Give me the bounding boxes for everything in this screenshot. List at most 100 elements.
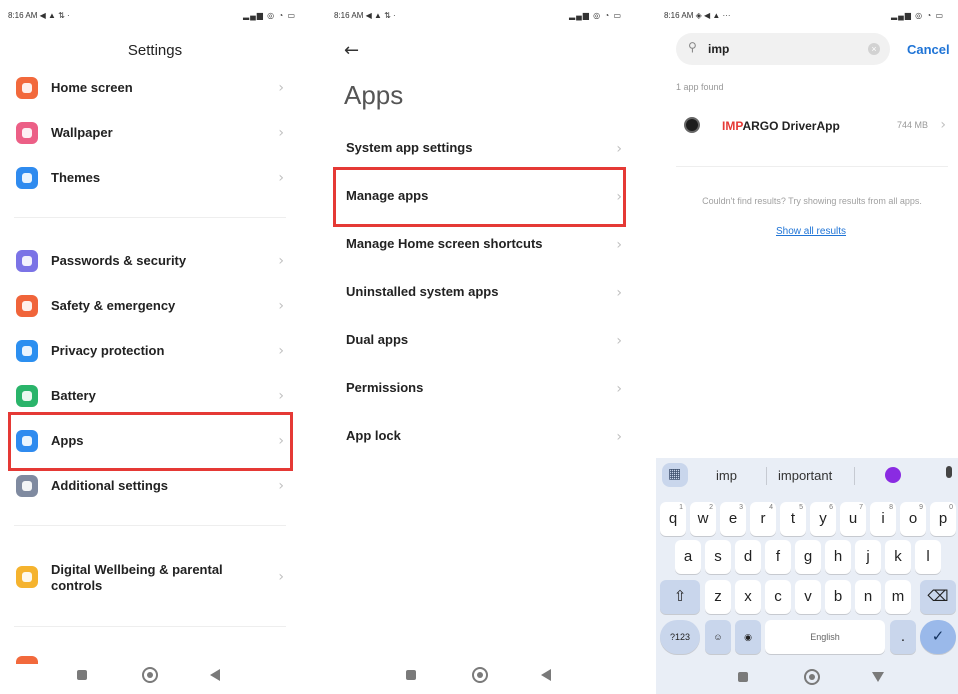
symbols-key[interactable]: ?123 xyxy=(660,620,700,654)
settings-item-privacy-protection[interactable]: Privacy protection › xyxy=(14,330,286,370)
app-size: 744 MB xyxy=(896,120,928,130)
key-q[interactable]: 1q xyxy=(660,502,686,536)
key-f[interactable]: f xyxy=(765,540,791,574)
suggestion-item[interactable]: imp xyxy=(716,468,737,483)
hide-keyboard-button[interactable] xyxy=(872,672,884,682)
settings-item-label: Additional settings xyxy=(51,478,168,493)
settings-item-battery[interactable]: Battery › xyxy=(14,375,286,415)
key-o[interactable]: 9o xyxy=(900,502,926,536)
backspace-key[interactable]: ⌫ xyxy=(920,580,956,614)
highlight-apps xyxy=(8,412,293,471)
key-y[interactable]: 6y xyxy=(810,502,836,536)
globe-key[interactable]: ◉ xyxy=(735,620,761,654)
period-key[interactable]: . xyxy=(890,620,916,654)
key-t[interactable]: 5t xyxy=(780,502,806,536)
search-input-value: imp xyxy=(708,42,730,56)
search-input[interactable]: ⚲ imp × xyxy=(676,33,890,65)
key-j[interactable]: j xyxy=(855,540,881,574)
key-n[interactable]: n xyxy=(855,580,881,614)
settings-item-wallpaper[interactable]: Wallpaper › xyxy=(14,112,286,152)
apps-item-manage-home-screen-shortcuts[interactable]: Manage Home screen shortcuts › xyxy=(344,224,624,264)
status-bar: 8:16 AM ◀ ▲ ⇅ · ▂▄▆ ◎ ◔ ▭ xyxy=(8,9,296,23)
key-g[interactable]: g xyxy=(795,540,821,574)
settings-screen: 8:16 AM ◀ ▲ ⇅ · ▂▄▆ ◎ ◔ ▭ Settings Home … xyxy=(0,0,310,694)
chevron-right-icon: › xyxy=(940,117,946,133)
wallpaper-icon xyxy=(16,122,38,144)
home-button[interactable] xyxy=(472,667,488,683)
settings-item-label: Safety & emergency xyxy=(51,298,176,313)
app-name-rest: ARGO DriverApp xyxy=(742,119,840,133)
apps-item-permissions[interactable]: Permissions › xyxy=(344,368,624,408)
settings-item-themes[interactable]: Themes › xyxy=(14,157,286,197)
settings-item-label: Digital Wellbeing & parental controls xyxy=(51,562,223,593)
show-all-results-link[interactable]: Show all results xyxy=(656,226,958,237)
status-system-icons: ▂▄▆ ◎ ◔ ▭ xyxy=(242,11,296,20)
key-b[interactable]: b xyxy=(825,580,851,614)
microphone-icon[interactable] xyxy=(946,466,952,478)
key-a[interactable]: a xyxy=(675,540,701,574)
key-c[interactable]: c xyxy=(765,580,791,614)
key-d[interactable]: d xyxy=(735,540,761,574)
key-m[interactable]: m xyxy=(885,580,911,614)
key-r[interactable]: 4r xyxy=(750,502,776,536)
status-notification-icons: ◈ ◀ ▲ ··· xyxy=(695,11,731,20)
home-button[interactable] xyxy=(142,667,158,683)
apps-item-app-lock[interactable]: App lock › xyxy=(344,416,624,456)
page-title: Settings xyxy=(127,42,183,59)
settings-item-home-screen[interactable]: Home screen › xyxy=(14,67,286,107)
apps-item-system-app-settings[interactable]: System app settings › xyxy=(344,128,624,168)
emoji-key[interactable]: ☺ xyxy=(705,620,731,654)
chevron-right-icon: › xyxy=(616,237,622,253)
search-result-app[interactable]: IMPARGO DriverApp 744 MB › xyxy=(676,107,946,145)
settings-item-additional-settings[interactable]: Additional settings › xyxy=(14,465,286,505)
keyboard-menu-icon[interactable] xyxy=(662,463,688,487)
space-key[interactable]: English xyxy=(765,620,885,654)
settings-item-safety-emergency[interactable]: Safety & emergency › xyxy=(14,285,286,325)
key-x[interactable]: x xyxy=(735,580,761,614)
key-s[interactable]: s xyxy=(705,540,731,574)
key-z[interactable]: z xyxy=(705,580,731,614)
settings-item-label: Privacy protection xyxy=(51,343,165,358)
emoji-suggestion-icon[interactable] xyxy=(885,467,901,483)
apps-item-uninstalled-system-apps[interactable]: Uninstalled system apps › xyxy=(344,272,624,312)
chevron-right-icon: › xyxy=(616,333,622,349)
settings-item-passwords-security[interactable]: Passwords & security › xyxy=(14,240,286,280)
settings-item-icon-partial xyxy=(16,656,38,664)
emergency-icon xyxy=(16,295,38,317)
back-button[interactable] xyxy=(210,669,220,681)
back-button[interactable] xyxy=(541,669,551,681)
status-bar: 8:16 AM ◀ ▲ ⇅ · ▂▄▆ ◎ ◔ ▭ xyxy=(334,9,622,23)
home-icon xyxy=(16,77,38,99)
clear-icon[interactable]: × xyxy=(868,43,880,55)
key-e[interactable]: 3e xyxy=(720,502,746,536)
key-i[interactable]: 8i xyxy=(870,502,896,536)
cancel-button[interactable]: Cancel xyxy=(907,42,950,57)
key-k[interactable]: k xyxy=(885,540,911,574)
recents-button[interactable] xyxy=(406,670,416,680)
apps-item-dual-apps[interactable]: Dual apps › xyxy=(344,320,624,360)
divider xyxy=(14,626,286,627)
key-h[interactable]: h xyxy=(825,540,851,574)
key-l[interactable]: l xyxy=(915,540,941,574)
shift-key[interactable]: ⇧ xyxy=(660,580,700,614)
apps-item-label: Dual apps xyxy=(346,332,409,347)
home-button[interactable] xyxy=(804,669,820,685)
status-system-icons: ▂▄▆ ◎ ◔ ▭ xyxy=(568,11,622,20)
chevron-right-icon: › xyxy=(616,141,622,157)
key-p[interactable]: 0p xyxy=(930,502,956,536)
key-v[interactable]: v xyxy=(795,580,821,614)
key-u[interactable]: 7u xyxy=(840,502,866,536)
themes-icon xyxy=(16,167,38,189)
apps-item-label: System app settings xyxy=(346,140,473,155)
status-notification-icons: ◀ ▲ ⇅ · xyxy=(365,11,396,20)
enter-key[interactable]: ✓ xyxy=(920,620,956,654)
recents-button[interactable] xyxy=(738,672,748,682)
suggestion-item[interactable]: important xyxy=(778,468,832,483)
recents-button[interactable] xyxy=(77,670,87,680)
chevron-right-icon: › xyxy=(278,343,284,359)
divider xyxy=(676,166,948,167)
key-w[interactable]: 2w xyxy=(690,502,716,536)
settings-item-digital-wellbeing[interactable]: Digital Wellbeing & parental controls › xyxy=(14,556,286,596)
status-bar: 8:16 AM ◈ ◀ ▲ ··· ▂▄▆ ◎ ◔ ▭ xyxy=(664,9,944,23)
back-arrow-icon[interactable]: ← xyxy=(344,40,359,61)
